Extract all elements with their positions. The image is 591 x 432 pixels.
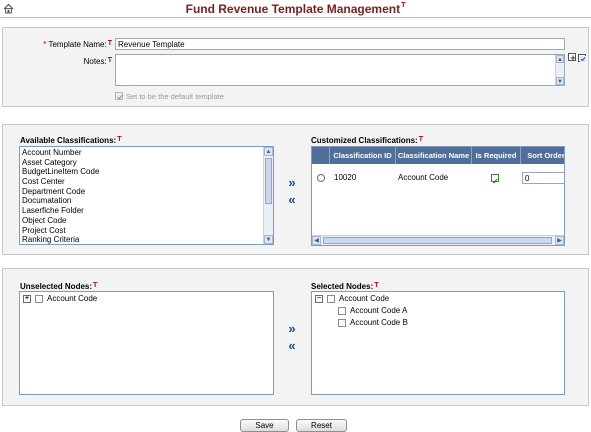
node-checkbox[interactable] <box>327 295 335 303</box>
translate-marker[interactable]: T <box>401 2 405 9</box>
list-item[interactable]: Object Code <box>20 216 264 226</box>
add-classification-button[interactable]: » <box>284 176 300 189</box>
column-sort-order[interactable]: Sort Order <box>521 147 564 164</box>
notes-scrollbar[interactable]: ▲ ▼ <box>555 55 564 85</box>
notes-label: Notes:T <box>20 57 112 66</box>
list-item[interactable]: Documatation <box>20 196 264 206</box>
column-classification-name[interactable]: Classification Name <box>396 147 472 164</box>
template-name-label: * Template Name:T <box>20 40 112 49</box>
row-sort-order-input[interactable]: 0 <box>522 172 564 184</box>
node-checkbox[interactable] <box>35 295 43 303</box>
grid-header: Classification ID Classification Name Is… <box>312 147 564 164</box>
add-node-button[interactable]: » <box>284 322 300 335</box>
available-classifications-label-text: Available Classifications: <box>20 136 117 145</box>
default-template-label: Set to be the default template <box>126 92 224 101</box>
table-row[interactable]: 10020 Account Code ✓ 0 <box>312 171 564 186</box>
selected-nodes-label: Selected Nodes:T <box>311 282 379 291</box>
expand-node-icon[interactable]: + <box>23 295 31 303</box>
notes-label-text: Notes: <box>83 57 107 66</box>
list-item[interactable]: Cost Center <box>20 177 264 187</box>
page-title-text: Fund Revenue Template Management <box>185 2 401 16</box>
remove-node-button[interactable]: « <box>284 339 300 352</box>
tree-child-node-label[interactable]: Account Code A <box>350 306 407 315</box>
reset-button[interactable]: Reset <box>296 419 347 432</box>
list-item[interactable]: BudgetLineItem Code <box>20 167 264 177</box>
row-classification-name: Account Code <box>398 173 449 182</box>
template-name-value: Revenue Template <box>118 40 185 49</box>
selected-nodes-tree: − Account Code Account Code A Account Co… <box>311 291 565 395</box>
column-classification-id[interactable]: Classification ID <box>330 147 396 164</box>
row-select-radio[interactable] <box>317 174 325 182</box>
translate-marker[interactable]: T <box>117 136 121 143</box>
tree-child-node-label[interactable]: Account Code B <box>350 318 408 327</box>
list-item[interactable]: Department Code <box>20 187 264 197</box>
node-checkbox[interactable] <box>338 319 346 327</box>
title-divider <box>0 17 591 18</box>
list-item[interactable]: Project Cost <box>20 226 264 236</box>
scroll-left-icon[interactable]: ◀ <box>312 236 321 245</box>
customized-classifications-label: Customized Classifications:T <box>311 136 423 145</box>
list-item[interactable]: Asset Category <box>20 158 264 168</box>
row-classification-id: 10020 <box>334 173 357 182</box>
scroll-up-icon[interactable]: ▲ <box>264 147 273 156</box>
default-template-checkbox[interactable] <box>115 92 123 100</box>
remove-classification-button[interactable]: « <box>284 193 300 206</box>
scroll-down-icon[interactable]: ▼ <box>556 77 564 85</box>
available-items: Account Number Asset Category BudgetLineIt… <box>20 148 264 244</box>
spell-check-icon[interactable] <box>578 54 586 62</box>
notes-textarea[interactable]: ▲ ▼ <box>115 54 565 86</box>
translate-marker[interactable]: T <box>108 40 112 47</box>
grid-horizontal-scrollbar[interactable]: ◀ ▶ <box>312 235 564 245</box>
unselected-nodes-label: Unselected Nodes:T <box>20 282 97 291</box>
list-item[interactable]: Account Number <box>20 148 264 158</box>
scroll-down-icon[interactable]: ▼ <box>264 235 273 244</box>
translate-marker[interactable]: T <box>108 57 112 64</box>
unselected-nodes-tree: + Account Code <box>19 291 274 395</box>
translate-marker[interactable]: T <box>419 136 423 143</box>
template-name-input[interactable]: Revenue Template <box>115 38 565 50</box>
list-item[interactable]: Laserfiche Folder <box>20 206 264 216</box>
scroll-thumb[interactable] <box>323 237 552 244</box>
available-classifications-list[interactable]: Account Number Asset Category BudgetLineIt… <box>19 146 274 245</box>
tree-node-label[interactable]: Account Code <box>47 294 97 303</box>
available-classifications-label: Available Classifications:T <box>20 136 121 145</box>
customized-classifications-label-text: Customized Classifications: <box>311 136 418 145</box>
available-list-scrollbar[interactable]: ▲ ▼ <box>263 147 273 244</box>
row-required-checkbox[interactable]: ✓ <box>491 174 499 186</box>
selected-nodes-label-text: Selected Nodes: <box>311 282 374 291</box>
grid-header-select <box>312 147 330 164</box>
customized-classifications-grid: Classification ID Classification Name Is… <box>311 146 565 246</box>
node-checkbox[interactable] <box>338 307 346 315</box>
expand-notes-icon[interactable] <box>568 53 576 61</box>
page-title: Fund Revenue Template ManagementT <box>0 2 591 16</box>
scroll-up-icon[interactable]: ▲ <box>556 55 564 63</box>
translate-marker[interactable]: T <box>93 282 97 289</box>
list-item[interactable]: Ranking Criteria <box>20 235 264 244</box>
scroll-right-icon[interactable]: ▶ <box>555 236 564 245</box>
scroll-thumb[interactable] <box>265 158 272 204</box>
template-name-label-text: Template Name: <box>48 40 107 49</box>
collapse-node-icon[interactable]: − <box>315 295 323 303</box>
save-button[interactable]: Save <box>240 419 289 432</box>
translate-marker[interactable]: T <box>374 282 378 289</box>
column-is-required[interactable]: Is Required <box>472 147 521 164</box>
unselected-nodes-label-text: Unselected Nodes: <box>20 282 93 291</box>
row-sort-order-value: 0 <box>525 174 530 183</box>
required-mark: * <box>43 40 47 49</box>
tree-node-label[interactable]: Account Code <box>339 294 389 303</box>
